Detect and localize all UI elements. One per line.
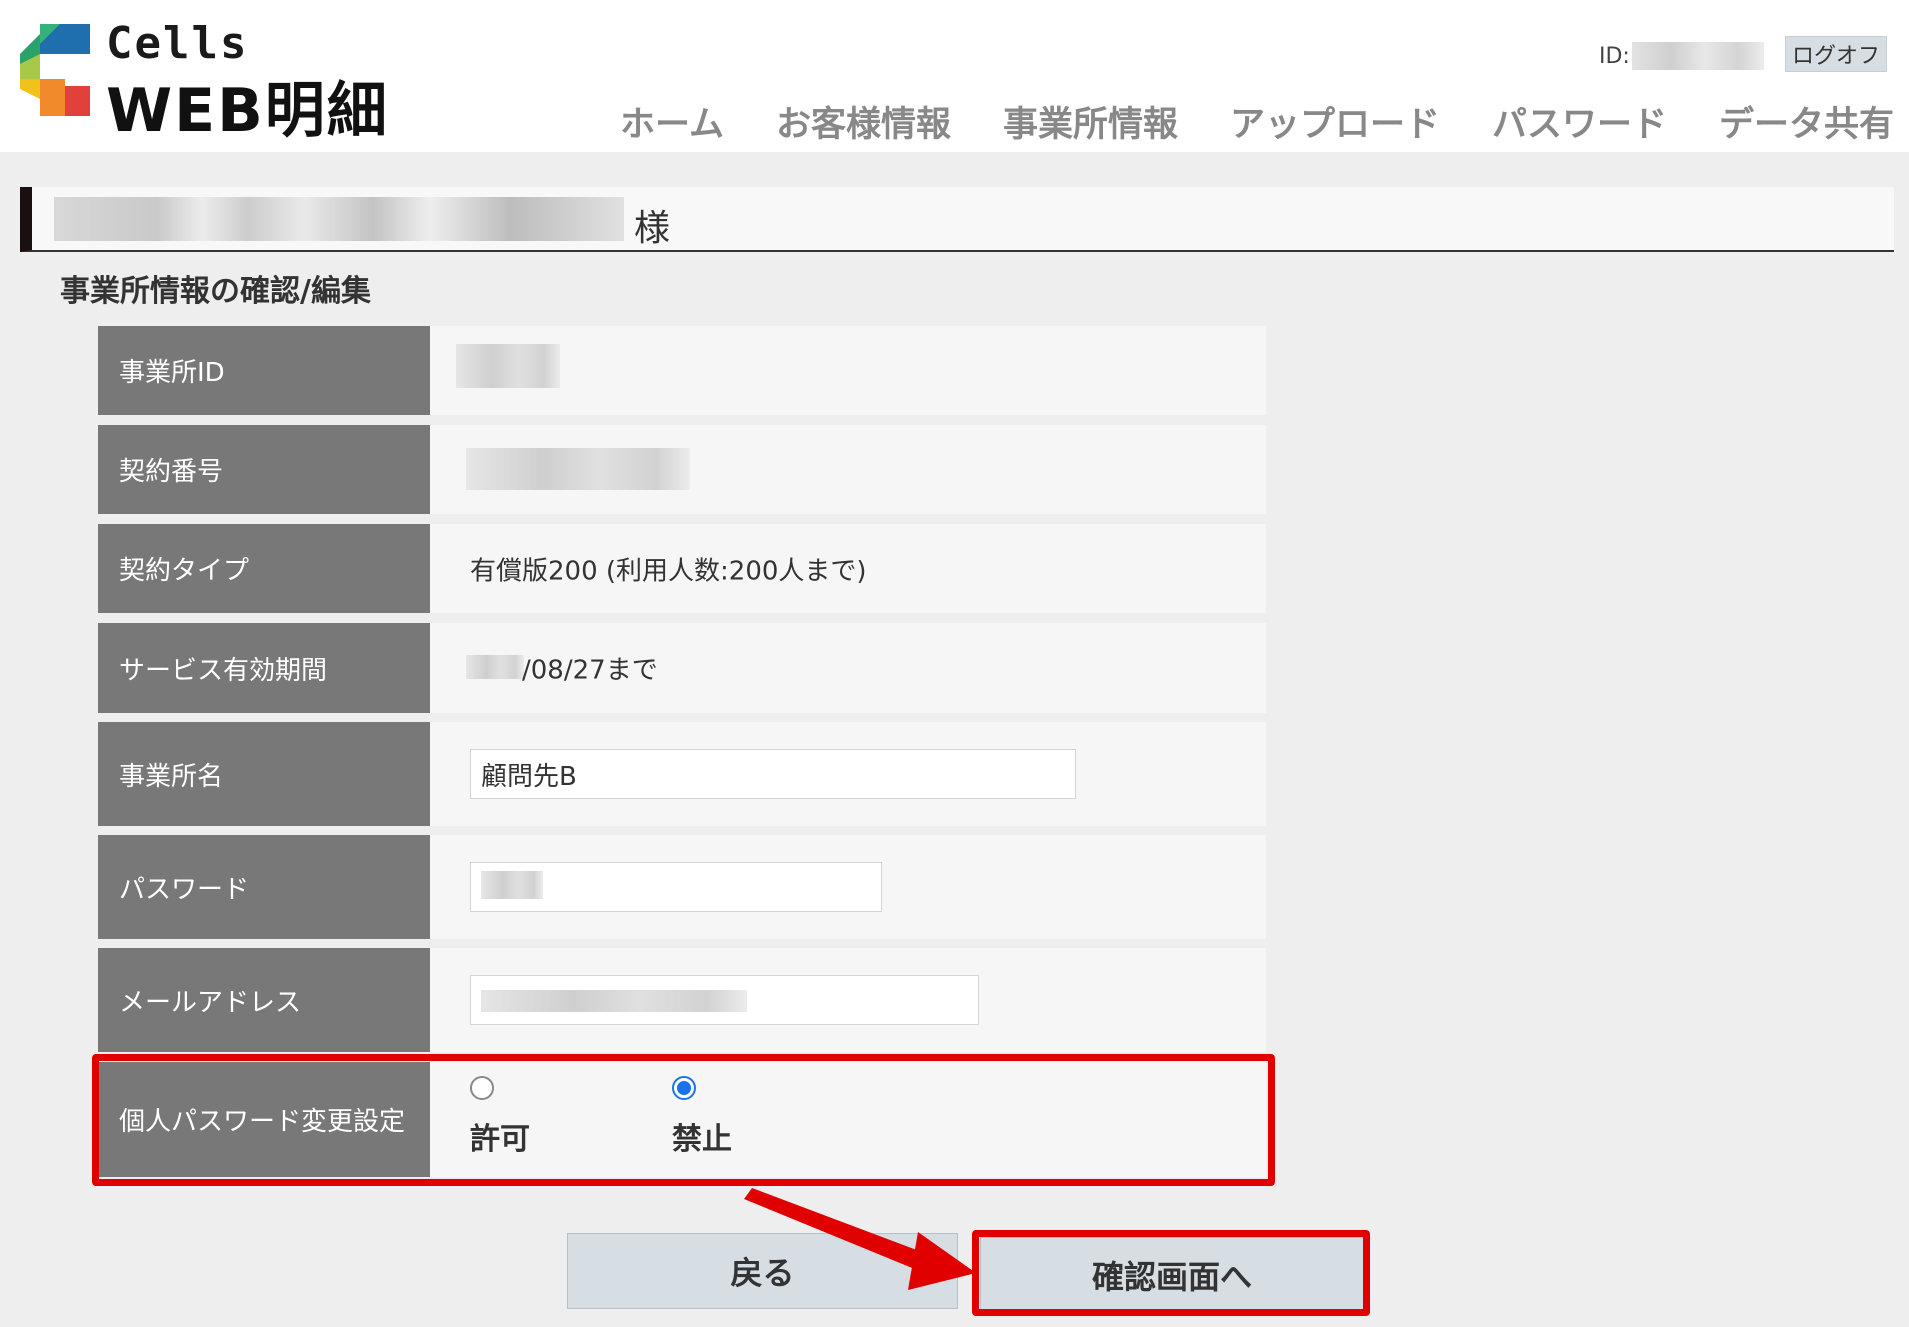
email-input[interactable] — [470, 975, 979, 1025]
row-service-period: サービス有効期間 /08/27まで — [98, 623, 1266, 713]
radio-allow[interactable]: 許可 — [470, 1076, 530, 1158]
contract-number-redacted — [466, 448, 690, 490]
office-name-input[interactable] — [470, 749, 1076, 799]
radio-deny[interactable]: 禁止 — [672, 1076, 732, 1158]
password-redacted — [481, 871, 543, 899]
contract-type-value: 有償版200 (利用人数:200人まで) — [470, 556, 867, 586]
page-title: 事業所情報の確認/編集 — [60, 274, 371, 309]
password-label: パスワード — [98, 835, 430, 939]
logoff-button[interactable]: ログオフ — [1785, 36, 1887, 72]
pw-change-cell: 許可 禁止 — [430, 1062, 1266, 1177]
customer-suffix: 様 — [634, 208, 671, 249]
service-period-year-redacted — [466, 655, 524, 679]
radio-allow-button[interactable] — [470, 1076, 494, 1100]
confirm-button[interactable]: 確認画面へ — [980, 1237, 1364, 1313]
user-id: ID: — [1599, 42, 1764, 70]
customer-name-bar: 様 — [20, 187, 1894, 252]
contract-number-label: 契約番号 — [98, 425, 430, 514]
contract-number-value — [430, 425, 1266, 514]
user-id-redacted — [1631, 42, 1764, 70]
office-name-cell — [430, 722, 1266, 826]
row-office-name: 事業所名 — [98, 722, 1266, 826]
nav-office-info[interactable]: 事業所情報 — [1003, 96, 1178, 147]
nav-upload[interactable]: アップロード — [1230, 96, 1440, 147]
service-period-value: /08/27まで — [522, 655, 658, 686]
logo-text-big: WEB明細 — [106, 76, 389, 146]
password-cell — [430, 835, 1266, 939]
service-period-label: サービス有効期間 — [98, 623, 430, 713]
nav-home[interactable]: ホーム — [620, 96, 724, 147]
row-office-id: 事業所ID — [98, 326, 1266, 415]
contract-type-cell: 有償版200 (利用人数:200人まで) — [430, 524, 1266, 613]
office-id-value — [430, 326, 1266, 415]
radio-allow-label[interactable]: 許可 — [470, 1114, 530, 1158]
contract-type-label: 契約タイプ — [98, 524, 430, 613]
row-personal-password-setting: 個人パスワード変更設定 許可 禁止 — [98, 1062, 1266, 1177]
user-id-label: ID: — [1599, 43, 1630, 69]
email-label: メールアドレス — [98, 948, 430, 1052]
office-name-label: 事業所名 — [98, 722, 430, 826]
email-cell — [430, 948, 1266, 1052]
row-password: パスワード — [98, 835, 1266, 939]
radio-deny-button[interactable] — [672, 1076, 696, 1100]
email-redacted — [481, 990, 747, 1012]
row-contract-type: 契約タイプ 有償版200 (利用人数:200人まで) — [98, 524, 1266, 613]
nav-password[interactable]: パスワード — [1492, 96, 1667, 147]
radio-deny-label[interactable]: 禁止 — [672, 1114, 732, 1158]
pw-change-label: 個人パスワード変更設定 — [98, 1062, 430, 1177]
row-contract-number: 契約番号 — [98, 425, 1266, 514]
customer-name-redacted — [54, 197, 624, 241]
row-email: メールアドレス — [98, 948, 1266, 1052]
nav-data-share[interactable]: データ共有 — [1719, 96, 1894, 147]
nav-customer-info[interactable]: お客様情報 — [776, 96, 951, 147]
cells-logo-icon — [20, 24, 90, 116]
office-id-redacted — [456, 344, 560, 388]
office-id-label: 事業所ID — [98, 326, 430, 415]
service-period-cell: /08/27まで — [430, 623, 1266, 713]
header: Cells WEB明細 ID: ログオフ ホーム お客様情報 事業所情報 アップ… — [0, 0, 1909, 152]
back-button[interactable]: 戻る — [567, 1233, 958, 1309]
main-nav: ホーム お客様情報 事業所情報 アップロード パスワード データ共有 — [620, 96, 1894, 147]
password-input[interactable] — [470, 862, 882, 912]
